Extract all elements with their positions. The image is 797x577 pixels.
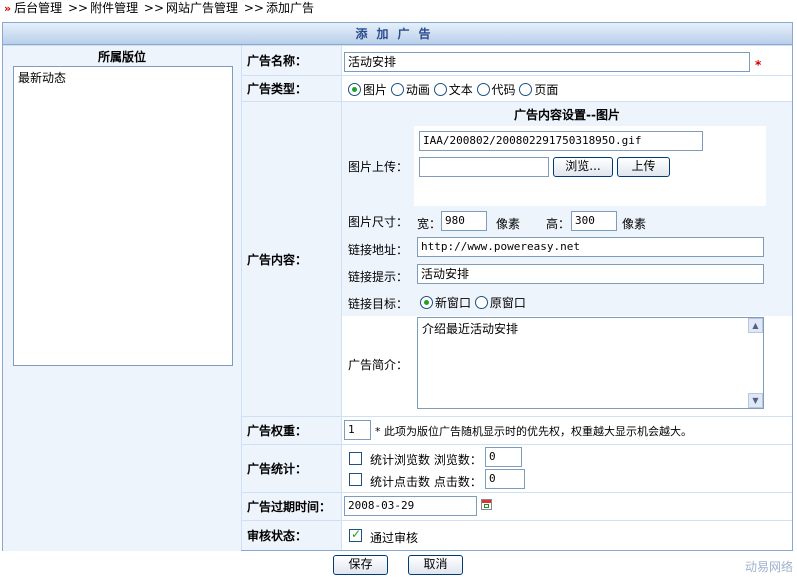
stat-clicks-label: 统计点击数 点击数： xyxy=(370,475,482,489)
height-input[interactable]: 300 xyxy=(571,211,617,231)
calendar-icon[interactable] xyxy=(481,499,492,510)
upload-label: 图片上传： xyxy=(348,160,409,174)
link-tip-label: 链接提示： xyxy=(348,270,409,284)
link-target-label: 链接目标： xyxy=(348,297,409,311)
breadcrumb-sep: >> xyxy=(67,1,89,15)
ad-stats-label: 广告统计： xyxy=(242,445,341,492)
radio-icon[interactable] xyxy=(474,296,488,309)
link-url-label: 链接地址： xyxy=(348,243,409,257)
type-option-flash[interactable]: 动画 xyxy=(390,83,430,97)
file-input[interactable] xyxy=(419,157,549,177)
breadcrumb-sep: >> xyxy=(243,1,264,15)
height-label: 高： xyxy=(546,217,571,231)
link-tip-input[interactable]: 活动安排 xyxy=(417,264,764,284)
radio-icon[interactable] xyxy=(420,296,433,309)
type-option-text[interactable]: 文本 xyxy=(433,83,473,97)
breadcrumb-item-attachments[interactable]: 附件管理 xyxy=(90,1,138,15)
height-unit: 像素 xyxy=(622,217,647,231)
ad-name-label: 广告名称： xyxy=(242,46,341,75)
brand-watermark: 动易网络 xyxy=(744,560,793,574)
save-button[interactable]: 保存 xyxy=(333,555,388,575)
browse-button[interactable]: 浏览... xyxy=(553,157,613,177)
link-target-radio-group: 新窗口 原窗口 xyxy=(420,294,526,311)
width-label: 宽： xyxy=(417,217,442,231)
slot-list-item[interactable]: 最新动态 xyxy=(18,69,228,86)
radio-icon[interactable] xyxy=(519,83,533,96)
stat-clicks-checkbox[interactable] xyxy=(349,473,362,486)
type-option-page[interactable]: 页面 xyxy=(519,83,558,97)
double-arrow-icon: » xyxy=(4,2,12,15)
stat-views-label: 统计浏览数 浏览数： xyxy=(370,453,482,467)
image-size-label: 图片尺寸： xyxy=(348,215,409,229)
cancel-button[interactable]: 取消 xyxy=(408,555,463,575)
intro-textarea[interactable]: 介绍最近活动安排 ▲ ▼ xyxy=(417,317,764,409)
breadcrumb: » 后台管理 >> 附件管理 >> 网站广告管理 >> 添加广告 xyxy=(4,0,314,16)
image-path-input[interactable]: IAA/200802/20080229175031895O.gif xyxy=(419,131,703,151)
ad-type-radio-group: 图片 动画 文本 代码 页面 xyxy=(348,81,558,98)
breadcrumb-sep: >> xyxy=(143,1,165,15)
type-option-code[interactable]: 代码 xyxy=(476,83,516,97)
width-unit: 像素 xyxy=(496,217,521,231)
scroll-down-icon[interactable]: ▼ xyxy=(748,393,763,408)
target-option-same-window[interactable]: 原窗口 xyxy=(474,296,526,310)
breadcrumb-item-current: 添加广告 xyxy=(265,1,314,15)
form-title: 添加广告 xyxy=(3,23,792,45)
audit-option-label: 通过审核 xyxy=(370,531,419,545)
expire-date-input[interactable]: 2008-03-29 xyxy=(344,496,477,516)
type-option-image[interactable]: 图片 xyxy=(348,83,387,97)
ad-type-label: 广告类型： xyxy=(242,76,341,101)
intro-text: 介绍最近活动安排 xyxy=(422,322,519,336)
stat-views-checkbox[interactable] xyxy=(349,452,362,465)
content-settings-header: 广告内容设置--图片 xyxy=(514,108,620,122)
target-option-new-window[interactable]: 新窗口 xyxy=(420,296,471,310)
ad-weight-label: 广告权重： xyxy=(242,417,341,444)
slot-panel-header: 所属版位 xyxy=(97,50,146,64)
weight-input[interactable]: 1 xyxy=(344,420,371,440)
upload-button[interactable]: 上传 xyxy=(617,157,670,177)
intro-label: 广告简介： xyxy=(348,358,409,372)
radio-icon[interactable] xyxy=(348,83,361,96)
ad-expire-label: 广告过期时间： xyxy=(242,493,341,520)
clicks-count-input[interactable]: 0 xyxy=(485,469,525,489)
views-count-input[interactable]: 0 xyxy=(485,447,522,467)
radio-icon[interactable] xyxy=(390,83,404,96)
radio-icon[interactable] xyxy=(433,83,447,96)
scroll-up-icon[interactable]: ▲ xyxy=(748,318,763,333)
ad-content-label: 广告内容： xyxy=(242,102,341,416)
link-url-input[interactable]: http://www.powereasy.net xyxy=(417,237,764,257)
slot-listbox[interactable]: 最新动态 xyxy=(13,66,233,366)
weight-hint: * 此项为版位广告随机显示时的优先权，权重越大显示机会越大。 xyxy=(375,425,692,438)
required-mark: * xyxy=(755,58,762,72)
breadcrumb-item-admin[interactable]: 后台管理 xyxy=(14,1,62,15)
radio-icon[interactable] xyxy=(476,83,490,96)
breadcrumb-item-ad-manage[interactable]: 网站广告管理 xyxy=(166,1,238,15)
ad-audit-label: 审核状态： xyxy=(242,521,341,550)
audit-checkbox[interactable] xyxy=(349,527,362,542)
width-input[interactable]: 980 xyxy=(441,211,487,231)
ad-name-input[interactable]: 活动安排 xyxy=(344,52,750,72)
